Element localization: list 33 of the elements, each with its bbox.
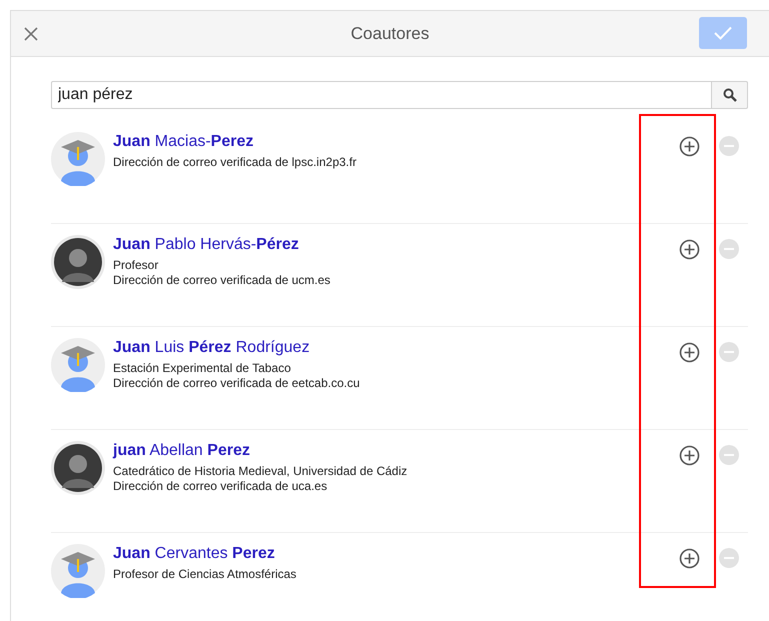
add-icon <box>679 239 700 260</box>
author-detail: Profesor de Ciencias Atmosféricas <box>113 567 298 582</box>
author-name[interactable]: Juan Luis Pérez Rodríguez <box>113 338 679 358</box>
add-icon <box>679 342 700 363</box>
author-name[interactable]: Juan Pablo Hervás-Pérez <box>113 235 679 255</box>
add-button[interactable] <box>679 445 700 466</box>
check-icon <box>713 25 733 41</box>
author-detail: Dirección de correo verificada de lpsc.in2p3.fr <box>113 155 358 170</box>
author-detail: Dirección de correo verificada de eetcab.co.cu <box>113 376 361 391</box>
author-detail: Dirección de correo verificada de uca.es <box>113 479 328 494</box>
search-button[interactable] <box>712 81 748 109</box>
remove-icon <box>719 445 739 465</box>
remove-icon <box>719 548 739 568</box>
author-detail: Catedrático de Historia Medieval, Universidad de Cádiz <box>113 464 408 479</box>
add-button[interactable] <box>679 548 700 569</box>
remove-icon <box>719 239 739 259</box>
author-detail: Estación Experimental de Tabaco <box>113 361 292 376</box>
author-name[interactable]: Juan Cervantes Perez <box>113 544 679 564</box>
add-button[interactable] <box>679 342 700 363</box>
author-detail: Dirección de correo verificada de ucm.es <box>113 273 332 288</box>
close-icon <box>23 26 39 42</box>
author-detail: Profesor <box>113 258 160 273</box>
remove-icon <box>719 136 739 156</box>
author-name[interactable]: juan Abellan Perez <box>113 441 679 461</box>
remove-icon <box>719 342 739 362</box>
author-name[interactable]: Juan Macias-Perez <box>113 132 679 152</box>
dialog-title: Coautores <box>350 24 430 43</box>
add-button[interactable] <box>679 239 700 260</box>
add-icon <box>679 136 700 157</box>
search-icon <box>722 88 736 102</box>
add-icon <box>679 548 700 569</box>
add-icon <box>679 445 700 466</box>
add-button[interactable] <box>679 136 700 157</box>
